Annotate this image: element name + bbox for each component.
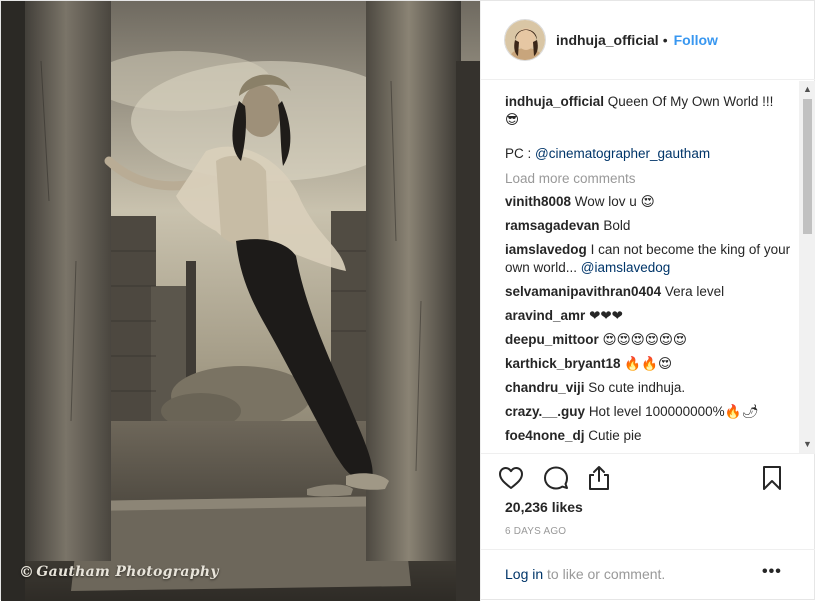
follow-button[interactable]: Follow (674, 32, 718, 48)
comment-username[interactable]: karthick_bryant18 (505, 356, 621, 371)
caption: indhuja_official Queen Of My Own World !… (505, 93, 791, 129)
comment-item: chandru_viji So cute indhuja. (505, 379, 791, 397)
comment-item: deepu_mittoor 😍😍😍😍😍😍 (505, 331, 791, 349)
action-bar (481, 453, 815, 501)
comment-text: Vera level (664, 284, 725, 299)
share-button[interactable] (585, 464, 613, 492)
avatar[interactable] (504, 19, 546, 61)
more-options-icon[interactable]: ••• (762, 563, 782, 581)
comment-item: vinith8008 Wow lov u 😍 (505, 193, 791, 211)
caption-username[interactable]: indhuja_official (505, 94, 604, 109)
comment-item: ramsagadevan Bold (505, 217, 791, 235)
comment-text: 🔥🔥😍 (624, 356, 673, 371)
comment-username[interactable]: aravind_amr (505, 308, 585, 323)
load-more-comments-button[interactable]: Load more comments (505, 171, 791, 186)
comments-list: indhuja_official Queen Of My Own World !… (505, 93, 791, 451)
comment-footer: Log in to like or comment. ••• (481, 549, 815, 601)
bookmark-icon (763, 466, 781, 490)
comment-button[interactable] (542, 464, 570, 492)
photo-illustration (1, 1, 480, 601)
comment-item: crazy.__.guy Hot level 100000000%🔥🌶 (505, 403, 791, 421)
likes-count[interactable]: 20,236 likes (505, 499, 583, 515)
share-icon (589, 466, 609, 490)
like-button[interactable] (497, 464, 525, 492)
comment-item: karthick_bryant18 🔥🔥😍 (505, 355, 791, 373)
post-header: indhuja_official • Follow (481, 1, 815, 80)
comment-text: Hot level 100000000%🔥🌶 (588, 404, 759, 419)
comment-text: 😍😍😍😍😍😍 (602, 332, 687, 347)
scroll-up-arrow-icon[interactable]: ▲ (799, 81, 815, 98)
comment-username[interactable]: foe4none_dj (505, 428, 585, 443)
comment-mention[interactable]: @iamslavedog (581, 260, 671, 275)
comment-text: Bold (603, 218, 631, 233)
comment-username[interactable]: deepu_mittoor (505, 332, 599, 347)
comment-username[interactable]: crazy.__.guy (505, 404, 585, 419)
comment-text: ❤❤❤ (589, 308, 623, 323)
scroll-down-arrow-icon[interactable]: ▼ (799, 436, 815, 453)
post-timestamp[interactable]: 6 DAYS AGO (505, 526, 566, 537)
post-container: © Gautham Photography indhuja_official •… (0, 0, 815, 601)
login-prompt-text: to like or comment. (543, 566, 666, 582)
header-separator: • (662, 32, 668, 48)
comment-icon (544, 466, 568, 490)
login-link[interactable]: Log in (505, 566, 543, 582)
comment-item: selvamanipavithran0404 Vera level (505, 283, 791, 301)
login-prompt: Log in to like or comment. (505, 566, 665, 582)
caption-credit-prefix: PC : (505, 146, 536, 161)
comment-username[interactable]: selvamanipavithran0404 (505, 284, 661, 299)
comment-item: aravind_amr ❤❤❤ (505, 307, 791, 325)
post-photo[interactable]: © Gautham Photography (1, 1, 480, 601)
comment-item: foe4none_dj Cutie pie (505, 427, 791, 445)
comment-username[interactable]: ramsagadevan (505, 218, 600, 233)
watermark-mark: © (19, 563, 35, 581)
comment-username[interactable]: vinith8008 (505, 194, 571, 209)
scrollbar-thumb[interactable] (803, 99, 812, 234)
header-username[interactable]: indhuja_official (556, 32, 659, 48)
comments-area[interactable]: indhuja_official Queen Of My Own World !… (481, 81, 815, 453)
photo-watermark: © Gautham Photography (19, 563, 219, 581)
caption-credit-mention[interactable]: @cinematographer_gautham (535, 146, 710, 161)
watermark-text: Gautham Photography (36, 564, 219, 580)
heart-icon (499, 467, 523, 489)
comment-text: Wow lov u 😍 (574, 194, 655, 209)
comment-text: So cute indhuja. (588, 380, 686, 395)
comments-scrollbar[interactable]: ▲ ▼ (799, 81, 815, 453)
comment-item: iamslavedog I can not become the king of… (505, 241, 791, 277)
caption-credit: PC : @cinematographer_gautham (505, 145, 791, 163)
bookmark-button[interactable] (758, 464, 786, 492)
comment-username[interactable]: iamslavedog (505, 242, 587, 257)
post-side-panel: indhuja_official • Follow indhuja_offici… (480, 1, 815, 601)
avatar-image (505, 20, 545, 60)
comment-text: Cutie pie (588, 428, 642, 443)
comment-username[interactable]: chandru_viji (505, 380, 585, 395)
